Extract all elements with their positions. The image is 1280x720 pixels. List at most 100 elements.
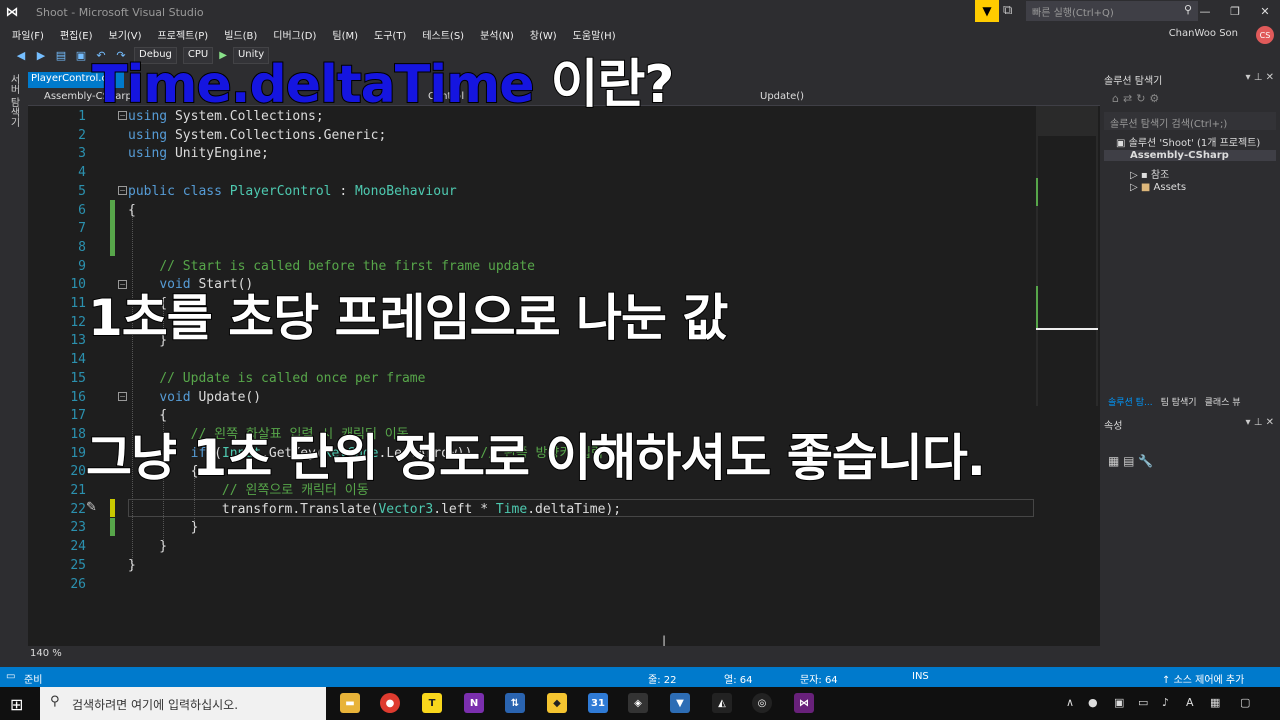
code-line[interactable]: 8 [28, 239, 1038, 258]
tab-solution-explorer[interactable]: 솔루션 탐... [1104, 392, 1157, 410]
tab-team-explorer[interactable]: 팀 탐색기 [1157, 392, 1201, 410]
code-text[interactable]: // Start is called before the first fram… [128, 258, 535, 277]
battery-icon[interactable]: ▭ [1138, 696, 1148, 709]
menu-test[interactable]: 테스트(S) [414, 27, 472, 42]
code-text[interactable]: } [128, 538, 167, 557]
code-line[interactable]: 23 } [28, 519, 1038, 538]
taskbar-app-icon[interactable]: ▦ [1210, 696, 1220, 709]
menu-debug[interactable]: 디버그(D) [265, 27, 324, 42]
code-line[interactable]: 25} [28, 557, 1038, 576]
code-line[interactable]: 3 using UnityEngine; [28, 145, 1038, 164]
code-editor[interactable]: − − − − ✎ 1 using System.Collections; 2 usi… [28, 106, 1100, 646]
code-text[interactable]: void Update() [128, 389, 261, 408]
minimize-button[interactable]: — [1190, 0, 1220, 22]
code-text[interactable]: } [128, 557, 136, 576]
new-file-icon[interactable]: ▤ [54, 49, 68, 62]
github-icon[interactable]: ◎ [752, 693, 772, 713]
code-line[interactable]: 6{ [28, 202, 1038, 221]
notification-filter-icon[interactable]: ▼ [975, 0, 999, 22]
menu-build[interactable]: 빌드(B) [216, 27, 265, 42]
editor-minimap-scrollbar[interactable] [1036, 106, 1098, 406]
tab-class-view[interactable]: 클래스 뷰 [1201, 392, 1245, 410]
tray-expand-icon[interactable]: ∧ [1066, 696, 1074, 709]
unity-hub-icon[interactable]: ◈ [628, 693, 648, 713]
menu-file[interactable]: 파일(F) [4, 27, 52, 42]
code-text[interactable]: // Update is called once per frame [128, 370, 425, 389]
volume-icon[interactable]: ♪ [1162, 696, 1169, 709]
menu-team[interactable]: 팀(M) [324, 27, 366, 42]
settings-icon[interactable]: ⚙ [1149, 92, 1163, 105]
code-line[interactable]: 9 // Start is called before the first fr… [28, 258, 1038, 277]
microphone-icon[interactable]: ● [1088, 696, 1098, 709]
kakaotalk-icon[interactable]: T [422, 693, 442, 713]
server-explorer-tab[interactable]: 서버 탐색기 [6, 74, 21, 127]
code-line[interactable]: 22 transform.Translate(Vector3.left * Ti… [28, 501, 1038, 520]
expand-arrow-icon[interactable]: ▷ [1130, 170, 1141, 181]
line-number: 4 [78, 165, 86, 181]
tray-app-icon[interactable]: ▣ [1114, 696, 1124, 709]
minimap[interactable] [1038, 136, 1096, 406]
code-line[interactable]: 7 [28, 220, 1038, 239]
pin-icon[interactable]: ▾ ⊥ ✕ [1246, 417, 1274, 428]
add-to-source-control-button[interactable]: ↑ 소스 제어에 추가 [1162, 671, 1244, 686]
menu-edit[interactable]: 편집(E) [52, 27, 101, 42]
solution-search-input[interactable]: 솔루션 탐색기 검색(Ctrl+;) [1104, 112, 1276, 130]
menu-view[interactable]: 보기(V) [101, 27, 150, 42]
expand-arrow-icon[interactable]: ▷ [1130, 182, 1141, 193]
code-line[interactable]: 2 using System.Collections.Generic; [28, 127, 1038, 146]
nav-member-dropdown[interactable]: Update() [760, 91, 804, 102]
code-line[interactable]: 15 // Update is called once per frame [28, 370, 1038, 389]
references-node[interactable]: ▷ ▪ 참조 [1130, 166, 1169, 181]
refresh-icon[interactable]: ↻ [1136, 92, 1149, 105]
code-text[interactable]: { [128, 202, 136, 221]
solution-node[interactable]: ▣ 솔루션 'Shoot' (1개 프로젝트) [1116, 134, 1260, 149]
taskbar-search-input[interactable]: ⚲ 검색하려면 여기에 입력하십시오. [40, 687, 326, 720]
windows-start-icon[interactable]: ⊞ [10, 695, 23, 714]
home-icon[interactable]: ⌂ [1112, 92, 1123, 105]
network-app-icon[interactable]: ⇅ [505, 693, 525, 713]
code-text[interactable]: using System.Collections.Generic; [128, 127, 386, 146]
zoom-level[interactable]: 140 % [30, 648, 62, 659]
visual-studio-icon[interactable]: ⋈ [794, 693, 814, 713]
menu-tools[interactable]: 도구(T) [366, 27, 414, 42]
file-explorer-icon[interactable]: ▬ [340, 693, 360, 713]
project-node[interactable]: Assembly-CSharp [1104, 150, 1276, 161]
code-line[interactable]: 4 [28, 164, 1038, 183]
quick-launch-input[interactable]: 빠른 실행(Ctrl+Q) ⚲ [1026, 1, 1198, 21]
pin-icon[interactable]: ▾ ⊥ ✕ [1246, 72, 1274, 83]
code-text[interactable]: using UnityEngine; [128, 145, 269, 164]
code-line[interactable]: 5 public class PlayerControl : MonoBehavi… [28, 183, 1038, 202]
code-line[interactable]: 26 [28, 576, 1038, 595]
feedback-icon[interactable]: ⧉ [1003, 3, 1012, 18]
onenote-icon[interactable]: N [464, 693, 484, 713]
categorized-icon[interactable]: ▦ [1108, 454, 1119, 468]
user-name[interactable]: ChanWoo Son [1169, 28, 1238, 39]
keep-icon[interactable]: ◆ [547, 693, 567, 713]
calendar-icon[interactable]: 31 [588, 693, 608, 713]
close-button[interactable]: ✕ [1250, 0, 1280, 22]
code-line[interactable]: 16 void Update() [28, 389, 1038, 408]
chrome-icon[interactable]: ● [380, 693, 400, 713]
menu-help[interactable]: 도움말(H) [565, 27, 624, 42]
code-text[interactable]: } [128, 519, 199, 538]
save-icon[interactable]: ▣ [74, 49, 88, 62]
menu-analyze[interactable]: 분석(N) [472, 27, 522, 42]
notifications-icon[interactable]: ▢ [1240, 696, 1250, 709]
maximize-button[interactable]: ❐ [1220, 0, 1250, 22]
menu-project[interactable]: 프로젝트(P) [150, 27, 217, 42]
menu-window[interactable]: 창(W) [522, 27, 565, 42]
avatar[interactable]: CS [1256, 26, 1274, 44]
code-line[interactable]: 24 } [28, 538, 1038, 557]
keyboard-language-icon[interactable]: A [1186, 696, 1194, 709]
unity-icon[interactable]: ◭ [712, 693, 732, 713]
code-text[interactable]: public class PlayerControl : MonoBehavio… [128, 183, 457, 202]
sync-icon[interactable]: ⇄ [1123, 92, 1136, 105]
assets-node[interactable]: ▷ ■ Assets [1130, 182, 1186, 193]
wrench-icon[interactable]: 🔧 [1138, 454, 1153, 468]
code-line[interactable]: 14 [28, 351, 1038, 370]
forward-icon[interactable]: ▶ [34, 49, 48, 62]
code-text[interactable]: transform.Translate(Vector3.left * Time.… [128, 501, 621, 520]
back-icon[interactable]: ◀ [14, 49, 28, 62]
downloads-icon[interactable]: ▼ [670, 693, 690, 713]
alphabetical-icon[interactable]: ▤ [1123, 454, 1134, 468]
